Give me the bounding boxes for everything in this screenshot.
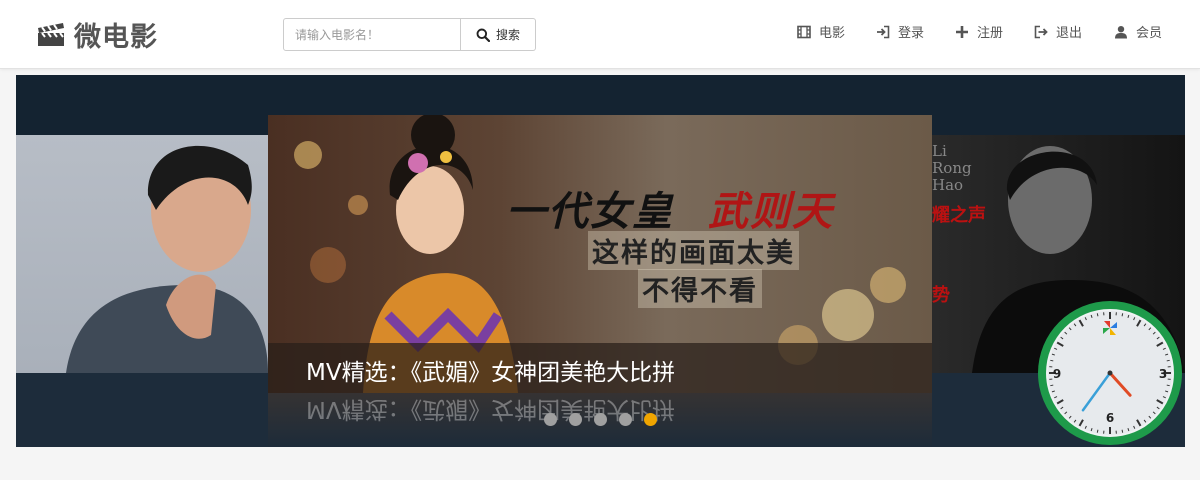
clock-tick [1050,384,1054,387]
carousel-dots [544,413,669,429]
side-slide-right-tag2: 势 [932,285,950,306]
nav-label-logout: 退出 [1056,26,1083,41]
search-button-label: 搜索 [495,28,520,42]
side-slide-right-name: Li Rong Hao [932,142,972,194]
clock-tick [1096,429,1099,433]
nav-item-login[interactable]: 登录 [876,22,924,41]
slide-subtitle-line1: 这样的画面太美 [588,231,799,270]
nav-item-logout[interactable]: 退出 [1034,22,1082,41]
banner-carousel[interactable]: Li Rong Hao 耀之声 势 一代女皇 武则天 这样的画面太美 不得不看 [16,75,1185,447]
nav-label-login: 登录 [898,26,925,41]
slide-caption[interactable]: MV精选：《武媚》女神团美艳大比拼 [306,353,675,387]
side-slide-left[interactable] [16,135,268,373]
clock-widget[interactable]: 9 3 6 [1035,298,1185,448]
clock-numeral-9: 9 [1053,367,1061,381]
clapperboard-icon [38,23,64,46]
clock-tick [1050,359,1054,362]
clock-tick [1096,313,1099,317]
carousel-dot-4[interactable] [619,413,632,426]
plus-icon [956,25,968,38]
slide-subtitle-line2: 不得不看 [638,269,762,308]
user-icon [1115,25,1127,38]
carousel-dot-2[interactable] [569,413,582,426]
nav-label-register: 注册 [977,26,1004,41]
side-slide-right-tag: 耀之声 [932,205,986,226]
clock-tick [1121,313,1124,317]
clock-tick [1166,359,1170,362]
portrait-illustration [66,145,268,373]
brand[interactable]: 微电影 [36,14,158,54]
film-icon [797,25,811,38]
nav-label-movies: 电影 [819,26,846,41]
carousel-dot-1[interactable] [544,413,557,426]
clock-numeral-6: 6 [1106,411,1114,425]
slide-title-black: 一代女皇 [506,188,674,235]
nav-item-register[interactable]: 注册 [955,22,1003,41]
nav-label-member: 会员 [1136,26,1163,41]
clock-numeral-3: 3 [1159,367,1167,381]
clock-tick [1121,429,1124,433]
nav-item-movies[interactable]: 电影 [797,22,845,41]
slide-title-red: 武则天 [708,188,834,235]
search-form: 搜索 [283,18,536,51]
carousel-dot-5[interactable] [644,413,657,426]
navbar: 微电影 搜索 电影 登录 [0,0,1200,69]
search-button[interactable]: 搜索 [461,18,536,51]
logout-icon [1034,25,1048,38]
brand-name: 微电影 [74,21,158,53]
nav-item-member[interactable]: 会员 [1114,22,1162,41]
search-input[interactable] [283,18,461,51]
carousel-dot-3[interactable] [594,413,607,426]
clock-tick [1166,384,1170,387]
login-icon [877,25,890,38]
search-icon [476,28,490,42]
